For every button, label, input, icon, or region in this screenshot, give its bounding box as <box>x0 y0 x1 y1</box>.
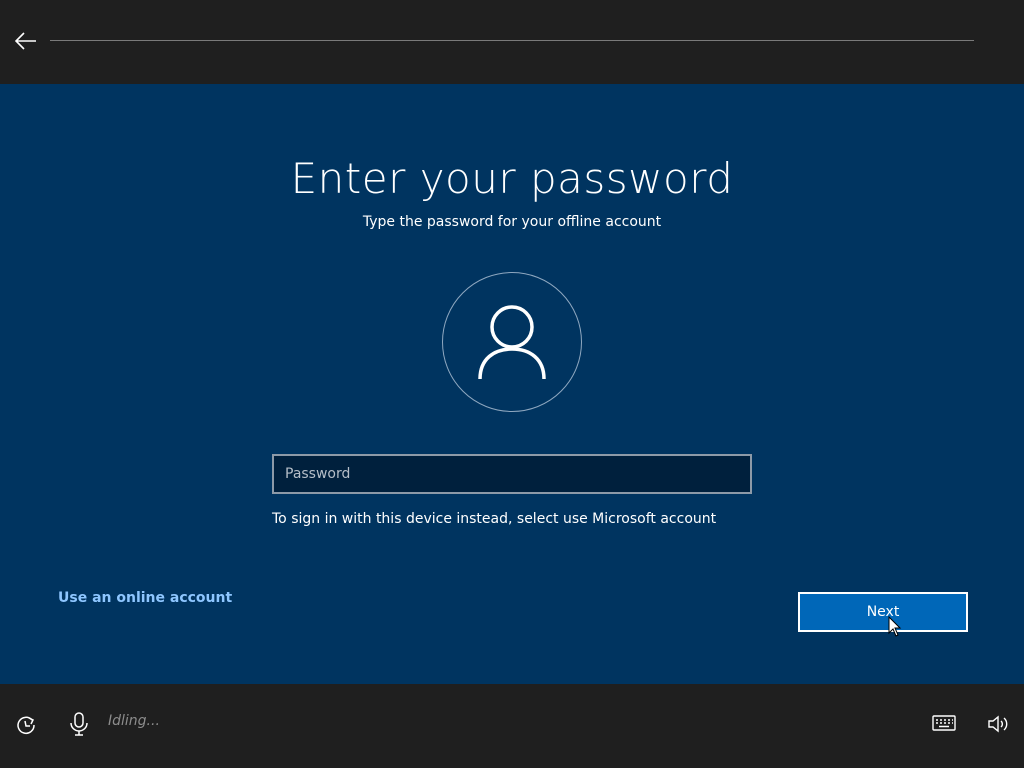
user-icon <box>478 305 546 380</box>
keyboard-icon[interactable] <box>932 714 956 732</box>
next-button[interactable]: Next <box>798 592 968 632</box>
back-button[interactable] <box>12 28 40 54</box>
page-subtitle: Type the password for your offline accou… <box>362 214 662 230</box>
ease-of-access-icon[interactable] <box>14 712 38 736</box>
progress-line <box>50 40 974 41</box>
password-input[interactable] <box>272 454 752 494</box>
speech-status-text: Idling... <box>108 713 160 729</box>
top-bar <box>0 0 1024 84</box>
hint-text: To sign in with this device instead, sel… <box>272 511 717 527</box>
arrow-left-icon <box>15 32 36 50</box>
main-panel: Enter your password Type the password fo… <box>0 84 1024 684</box>
microphone-icon[interactable] <box>68 712 90 736</box>
avatar <box>442 272 582 412</box>
page-title: Enter your password <box>290 154 734 203</box>
bottom-bar: Idling... <box>0 684 1024 768</box>
volume-icon[interactable] <box>986 712 1010 736</box>
use-online-account-link[interactable]: Use an online account <box>58 590 232 606</box>
